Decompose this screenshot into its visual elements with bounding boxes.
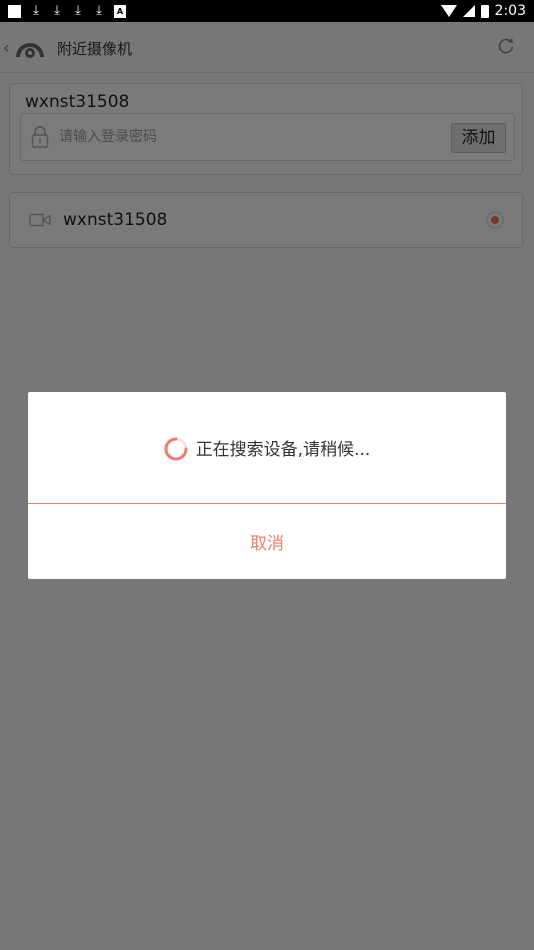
status-right-icons: 2:03	[440, 3, 526, 19]
status-time: 2:03	[494, 3, 526, 19]
loading-spinner-icon	[164, 437, 188, 460]
download-icon: ⤓	[33, 3, 39, 18]
signal-icon	[462, 5, 475, 17]
status-left-icons: ⤓ ⤓ ⤓ ⤓ A	[8, 4, 126, 18]
cancel-button[interactable]: 取消	[28, 504, 506, 579]
wifi-icon	[440, 5, 457, 17]
download-icon: ⤓	[54, 3, 60, 18]
dialog-message-row: 正在搜索设备,请稍候...	[28, 392, 506, 503]
download-icon: ⤓	[96, 3, 102, 18]
download-icon: ⤓	[75, 3, 81, 18]
status-bar: ⤓ ⤓ ⤓ ⤓ A 2:03	[0, 0, 534, 22]
notification-square-icon	[8, 4, 21, 18]
battery-charging-icon	[480, 4, 489, 18]
a-badge-icon: A	[114, 4, 126, 18]
searching-dialog: 正在搜索设备,请稍候... 取消	[28, 392, 506, 579]
dialog-message: 正在搜索设备,请稍候...	[195, 440, 371, 460]
